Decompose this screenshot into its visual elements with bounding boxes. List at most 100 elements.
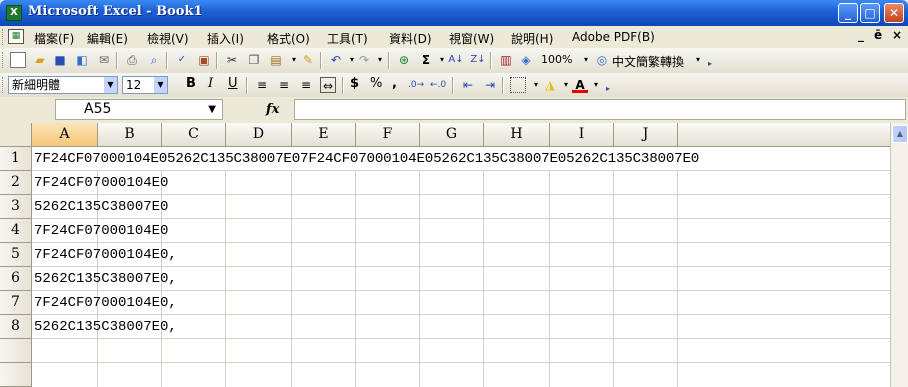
font-color-icon[interactable]: A	[572, 77, 588, 93]
vertical-scrollbar[interactable]: ▲	[890, 123, 908, 387]
italic-button[interactable]: I	[208, 76, 213, 91]
chart-wizard-icon[interactable]: ▥	[498, 52, 514, 68]
menu-window[interactable]: 視窗(W)	[449, 30, 494, 47]
bold-button[interactable]: B	[186, 76, 196, 91]
zoom-dropdown-icon[interactable]: ▾	[578, 52, 594, 68]
column-header-a[interactable]: A	[32, 123, 98, 147]
row-header[interactable]: 6	[0, 267, 32, 291]
row-header[interactable]: 3	[0, 195, 32, 219]
menu-adobe-pdf[interactable]: Adobe PDF(B)	[572, 30, 655, 44]
underline-button[interactable]: U	[228, 76, 238, 91]
comma-style-button[interactable]: ,	[392, 76, 397, 91]
row-header[interactable]: 2	[0, 171, 32, 195]
insert-function-icon[interactable]: fx	[266, 102, 279, 117]
zoom-value[interactable]: 100%	[541, 53, 572, 66]
autosum-icon[interactable]: Σ	[418, 52, 434, 68]
column-header-d[interactable]: D	[226, 123, 292, 147]
decrease-indent-icon[interactable]: ⇤	[460, 77, 476, 93]
spelling-icon[interactable]: ✓	[174, 52, 190, 68]
increase-indent-icon[interactable]: ⇥	[482, 77, 498, 93]
scroll-up-icon[interactable]: ▲	[892, 125, 908, 143]
column-header-i[interactable]: I	[550, 123, 614, 147]
cell-a4[interactable]: 7F24CF07000104E0	[34, 219, 168, 243]
row-header[interactable]	[0, 339, 32, 363]
column-header-f[interactable]: F	[356, 123, 420, 147]
redo-icon[interactable]: ↷	[356, 52, 372, 68]
permission-icon[interactable]: ◧	[74, 52, 90, 68]
doc-restore-button[interactable]: ē	[874, 28, 882, 42]
column-header-j[interactable]: J	[614, 123, 678, 147]
align-left-icon[interactable]: ≡	[254, 77, 270, 93]
cell-a5[interactable]: 7F24CF07000104E0,	[34, 243, 177, 267]
column-header-b[interactable]: B	[98, 123, 162, 147]
column-header-e[interactable]: E	[292, 123, 356, 147]
toolbar-options-icon[interactable]: ▸	[702, 56, 718, 72]
menu-insert[interactable]: 插入(I)	[207, 30, 244, 47]
help-icon[interactable]: ◎	[594, 52, 610, 68]
column-header-g[interactable]: G	[420, 123, 484, 147]
fill-color-icon[interactable]: ◮	[542, 77, 558, 93]
drawing-icon[interactable]: ◈	[518, 52, 534, 68]
cut-icon[interactable]: ✂	[224, 52, 240, 68]
toolbar-options-icon[interactable]: ▸	[600, 81, 616, 97]
row-header[interactable]: 4	[0, 219, 32, 243]
name-box[interactable]: A55 ▼	[55, 99, 223, 120]
undo-icon[interactable]: ↶	[328, 52, 344, 68]
menu-data[interactable]: 資料(D)	[389, 30, 432, 47]
doc-minimize-button[interactable]: _	[858, 28, 864, 42]
redo-dropdown-icon[interactable]: ▾	[372, 52, 388, 68]
paste-icon[interactable]: ▤	[268, 52, 284, 68]
email-icon[interactable]: ✉	[96, 52, 112, 68]
align-center-icon[interactable]: ≡	[276, 77, 292, 93]
cell-a6[interactable]: 5262C135C38007E0,	[34, 267, 177, 291]
cell-a2[interactable]: 7F24CF07000104E0	[34, 171, 168, 195]
menu-edit[interactable]: 編輯(E)	[87, 30, 128, 47]
cell-a1[interactable]: 7F24CF07000104E05262C135C38007E07F24CF07…	[34, 147, 699, 171]
cell-a7[interactable]: 7F24CF07000104E0,	[34, 291, 177, 315]
column-header-h[interactable]: H	[484, 123, 550, 147]
print-icon[interactable]: ⎙	[124, 52, 140, 68]
decrease-decimal-icon[interactable]: ←.0	[430, 77, 446, 93]
cell-a8[interactable]: 5262C135C38007E0,	[34, 315, 177, 339]
row-header[interactable]	[0, 363, 32, 387]
borders-icon[interactable]	[510, 77, 526, 93]
column-header-c[interactable]: C	[162, 123, 226, 147]
print-preview-icon[interactable]: ⌕	[146, 52, 162, 68]
formula-input[interactable]	[294, 99, 906, 120]
select-all-corner[interactable]	[0, 123, 32, 147]
new-icon[interactable]	[10, 52, 26, 68]
merge-center-icon[interactable]: ⇔	[320, 77, 336, 93]
format-painter-icon[interactable]: ✎	[300, 52, 316, 68]
row-header[interactable]: 1	[0, 147, 32, 171]
hyperlink-icon[interactable]: ⊛	[396, 52, 412, 68]
align-right-icon[interactable]: ≡	[298, 77, 314, 93]
open-icon[interactable]: ▰	[32, 52, 48, 68]
doc-close-button[interactable]: ×	[892, 28, 902, 42]
workbook-menu-icon[interactable]: ▦	[8, 29, 24, 44]
menu-format[interactable]: 格式(O)	[267, 30, 310, 47]
row-header[interactable]: 8	[0, 315, 32, 339]
currency-button[interactable]: $	[350, 76, 359, 91]
sort-ascending-icon[interactable]: A↓	[448, 52, 464, 68]
research-icon[interactable]: ▣	[196, 52, 212, 68]
row-header[interactable]: 5	[0, 243, 32, 267]
cell-a3[interactable]: 5262C135C38007E0	[34, 195, 168, 219]
increase-decimal-icon[interactable]: .0→	[408, 77, 424, 93]
percent-button[interactable]: %	[370, 76, 382, 91]
save-icon[interactable]: ■	[52, 52, 68, 68]
sort-descending-icon[interactable]: Z↓	[470, 52, 486, 68]
menu-tools[interactable]: 工具(T)	[327, 30, 368, 47]
chinese-conversion-button[interactable]: 中文簡繁轉換	[612, 53, 684, 70]
minimize-button[interactable]: _	[838, 3, 858, 23]
copy-icon[interactable]: ❐	[246, 52, 262, 68]
maximize-button[interactable]: □	[860, 3, 880, 23]
row-header[interactable]: 7	[0, 291, 32, 315]
menu-view[interactable]: 檢視(V)	[147, 30, 189, 47]
font-name-select[interactable]: 新細明體 ▼	[8, 76, 118, 94]
font-size-select[interactable]: 12 ▼	[122, 76, 168, 94]
excel-icon[interactable]: X	[6, 5, 22, 21]
menu-help[interactable]: 說明(H)	[511, 30, 553, 47]
menu-file[interactable]: 檔案(F)	[34, 30, 74, 47]
close-button[interactable]: ✕	[884, 3, 904, 23]
chevron-down-icon[interactable]: ▼	[208, 100, 216, 119]
